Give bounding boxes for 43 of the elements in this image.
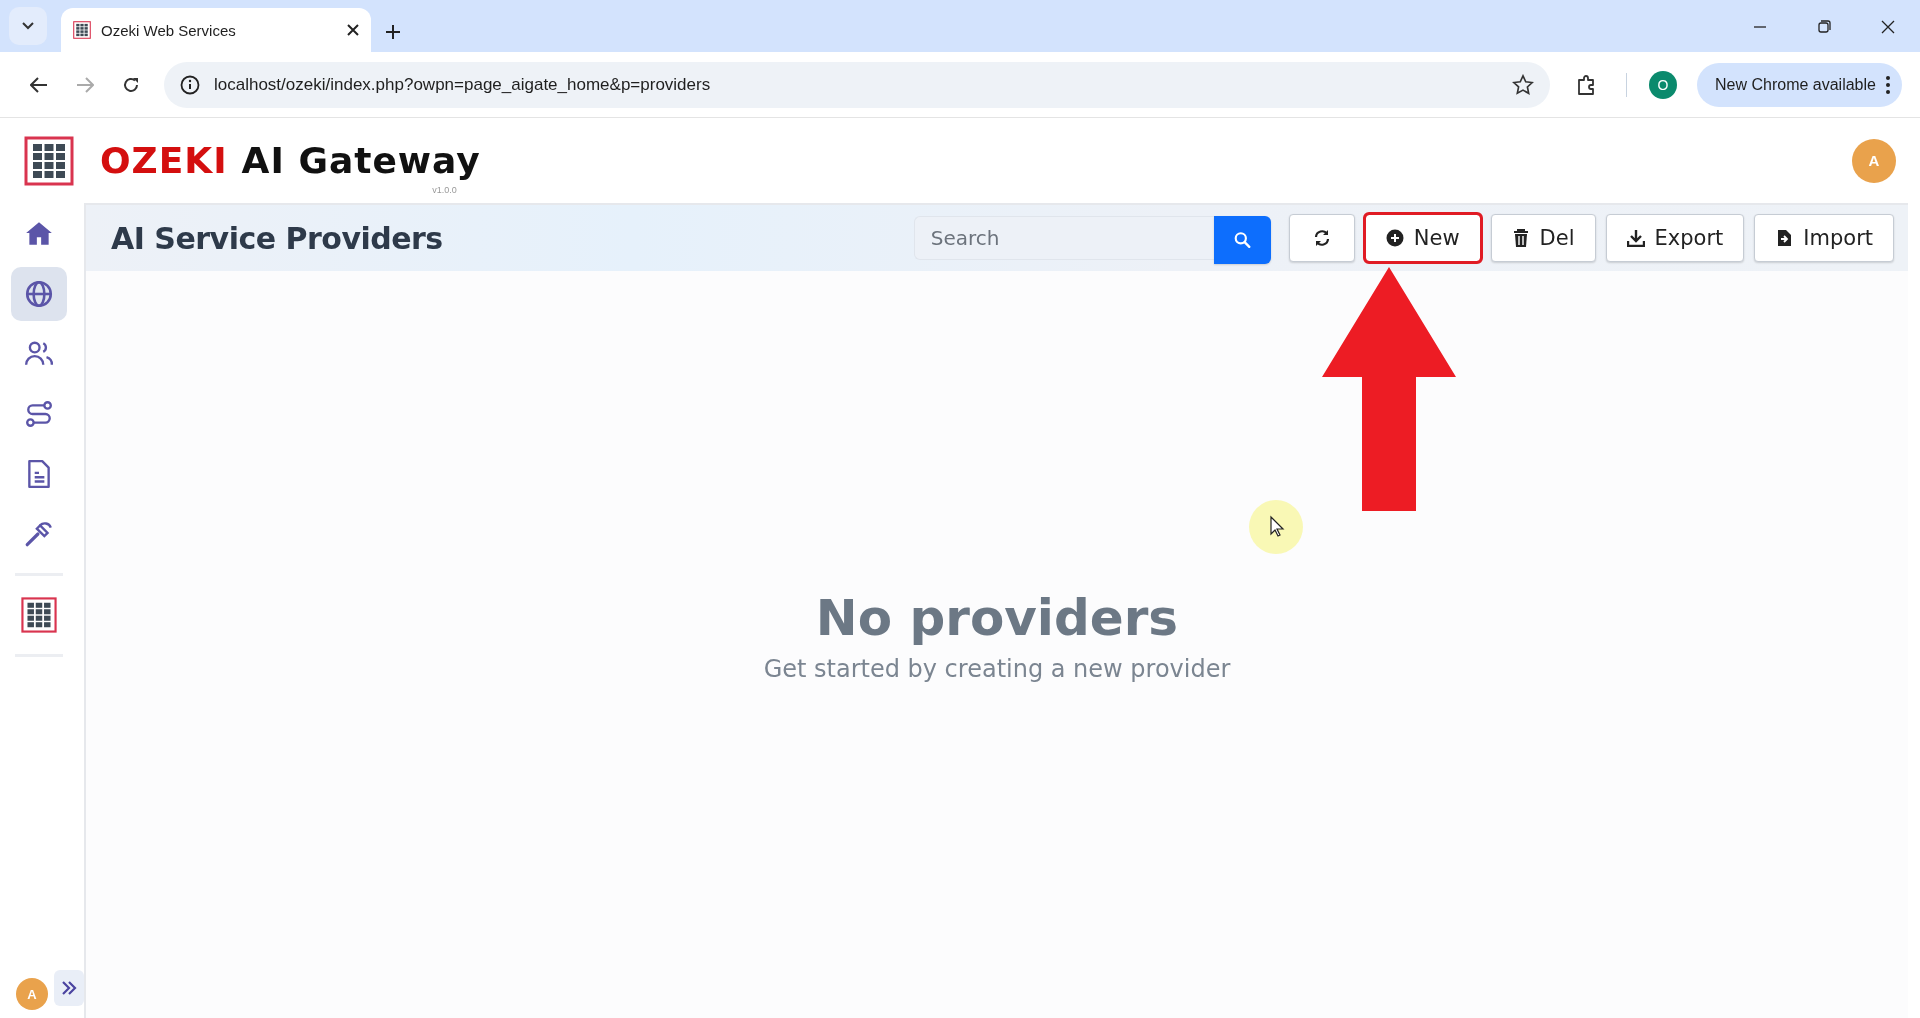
empty-state-subtitle: Get started by creating a new provider bbox=[763, 655, 1231, 683]
close-icon[interactable] bbox=[347, 24, 359, 36]
expand-button[interactable] bbox=[54, 970, 84, 1006]
ozeki-logo bbox=[21, 597, 57, 633]
version-label: v1.0.0 bbox=[432, 185, 457, 195]
plus-circle-icon bbox=[1385, 229, 1404, 247]
back-icon[interactable] bbox=[30, 76, 48, 93]
trash-icon bbox=[1511, 229, 1530, 247]
page-title: AI Service Providers bbox=[111, 220, 443, 256]
file-import-icon bbox=[1775, 229, 1794, 247]
cursor-icon bbox=[1248, 499, 1304, 555]
favicon-icon bbox=[73, 21, 91, 39]
hammer-icon bbox=[24, 519, 54, 549]
import-button[interactable]: Import bbox=[1754, 214, 1894, 262]
reload-icon[interactable] bbox=[122, 75, 140, 94]
delete-button[interactable]: Del bbox=[1490, 214, 1596, 262]
new-button[interactable]: New bbox=[1364, 214, 1481, 262]
tab-title: Ozeki Web Services bbox=[101, 21, 237, 39]
search-button[interactable] bbox=[1213, 216, 1271, 264]
double-chevron-icon bbox=[61, 981, 77, 995]
more-icon bbox=[1885, 75, 1890, 94]
refresh-icon bbox=[1312, 229, 1331, 247]
profile-avatar[interactable]: O bbox=[1649, 70, 1677, 99]
globe-icon bbox=[24, 279, 54, 309]
route-icon bbox=[24, 399, 54, 429]
download-icon bbox=[1626, 229, 1645, 247]
empty-state-title: No providers bbox=[815, 589, 1179, 647]
product-name: AI Gateway bbox=[241, 140, 481, 181]
brand-name: OZEKI bbox=[100, 140, 228, 181]
star-icon[interactable] bbox=[1512, 73, 1534, 96]
export-button[interactable]: Export bbox=[1605, 214, 1745, 262]
ozeki-logo bbox=[24, 135, 74, 186]
refresh-button[interactable] bbox=[1288, 214, 1355, 262]
new-tab-icon[interactable] bbox=[385, 24, 401, 40]
browser-tab[interactable]: Ozeki Web Services bbox=[61, 8, 371, 52]
search-icon bbox=[1233, 230, 1251, 250]
info-icon bbox=[180, 74, 200, 95]
chevron-down-icon bbox=[22, 22, 34, 30]
sidebar-item[interactable] bbox=[11, 267, 67, 321]
url-text: localhost/ozeki/index.php?owpn=page_aigate_home&p=providers bbox=[214, 74, 712, 95]
search-field[interactable]: Search bbox=[913, 216, 1214, 260]
address-bar[interactable]: localhost/ozeki/index.php?owpn=page_aigate_home&p=providers bbox=[164, 61, 1550, 108]
update-button[interactable]: New Chrome available bbox=[1697, 62, 1902, 107]
